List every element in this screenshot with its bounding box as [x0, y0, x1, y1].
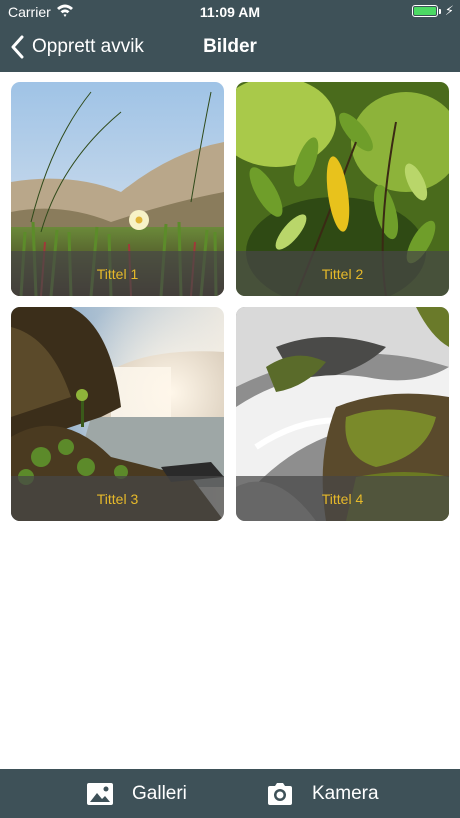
page-title: Bilder	[203, 36, 257, 57]
battery-tip	[439, 9, 441, 14]
image-caption: Tittel 1	[11, 251, 224, 296]
status-time: 11:09 AM	[199, 4, 261, 20]
image-tile-2[interactable]: Tittel 2	[236, 82, 449, 296]
camera-label: Kamera	[312, 782, 379, 804]
photo-icon	[87, 782, 113, 805]
gallery-button[interactable]: Galleri	[86, 769, 187, 818]
bottom-toolbar: Galleri Kamera	[0, 769, 460, 818]
header-bar: Carrier 11:09 AM ⚡︎ Opprett avvik Bilder	[0, 0, 460, 72]
image-caption: Tittel 4	[236, 476, 449, 521]
bolt-icon: ⚡︎	[444, 3, 454, 18]
gallery-label: Galleri	[132, 782, 187, 804]
status-bar: Carrier 11:09 AM ⚡︎	[0, 0, 460, 24]
image-tile-4[interactable]: Tittel 4	[236, 307, 449, 521]
image-caption: Tittel 2	[236, 251, 449, 296]
camera-icon	[268, 782, 292, 805]
battery-icon	[412, 5, 438, 17]
image-tile-3[interactable]: Tittel 3	[11, 307, 224, 521]
image-tile-1[interactable]: Tittel 1	[11, 82, 224, 296]
image-caption: Tittel 3	[11, 476, 224, 521]
camera-button[interactable]: Kamera	[266, 769, 379, 818]
